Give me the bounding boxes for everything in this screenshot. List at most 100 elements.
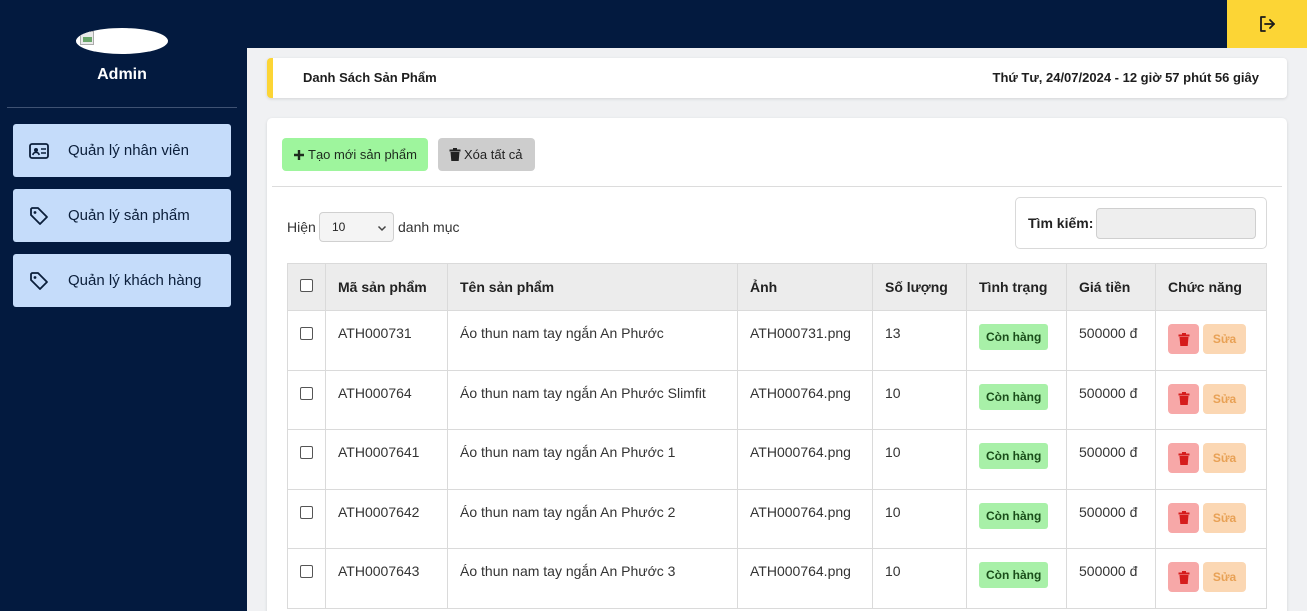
product-code: ATH0007642 [325, 488, 448, 549]
edit-row-button[interactable]: Sửa [1203, 562, 1246, 592]
row-checkbox[interactable] [300, 505, 313, 519]
product-image-file: ATH000764.png [737, 369, 873, 430]
product-image-file: ATH000764.png [737, 548, 873, 609]
column-header[interactable]: Giá tiền [1066, 263, 1156, 311]
delete-row-button[interactable] [1168, 443, 1199, 473]
table-header-row: Mã sản phẩm Tên sản phẩm Ảnh Số lượng Tì… [287, 263, 1267, 311]
delete-row-button[interactable] [1168, 562, 1199, 592]
broken-image-icon [80, 31, 94, 45]
trash-icon [1178, 392, 1189, 405]
column-header[interactable]: Chức năng [1155, 263, 1267, 311]
row-checkbox[interactable] [300, 327, 313, 340]
product-name: Áo thun nam tay ngắn An Phước 2 [447, 488, 738, 549]
logout-button[interactable] [1227, 0, 1307, 48]
sidebar-item-products[interactable]: Quản lý sản phẩm [13, 189, 231, 242]
product-code: ATH000764 [325, 369, 448, 430]
row-select-cell [287, 488, 326, 549]
sidebar-item-customers[interactable]: Quản lý khách hàng [13, 254, 231, 307]
show-label: Hiện [287, 219, 316, 235]
product-quantity: 10 [872, 369, 967, 430]
product-name: Áo thun nam tay ngắn An Phước 3 [447, 548, 738, 609]
trash-icon [1178, 451, 1189, 465]
status-badge: Còn hàng [979, 443, 1049, 469]
admin-name: Admin [97, 66, 147, 83]
page-title: Danh Sách Sản Phẩm [303, 70, 437, 85]
column-header[interactable]: Mã sản phẩm [325, 263, 448, 311]
row-select-cell [287, 429, 326, 490]
search-panel: Tìm kiếm: [1015, 197, 1267, 249]
status-badge: Còn hàng [979, 502, 1049, 529]
edit-row-button[interactable]: Sửa [1203, 443, 1246, 473]
status-badge: Còn hàng [979, 562, 1049, 588]
status-cell: Còn hàng [966, 548, 1067, 609]
product-price: 500000 đ [1066, 548, 1156, 609]
sidebar-item-label: Quản lý khách hàng [68, 272, 202, 289]
edit-row-button[interactable]: Sửa [1203, 383, 1246, 414]
product-image-file: ATH000764.png [737, 429, 873, 490]
delete-all-button[interactable]: Xóa tất cả [438, 138, 535, 171]
tag-icon [29, 271, 49, 291]
table-row: ATH0007643 Áo thun nam tay ngắn An Phước… [287, 548, 1267, 609]
header-select-cell [287, 263, 326, 311]
product-price: 500000 đ [1066, 429, 1156, 490]
create-product-button[interactable]: Tạo mới sản phẩm [282, 138, 428, 171]
sidebar-item-label: Quản lý nhân viên [68, 142, 189, 159]
product-list-card: Tạo mới sản phẩm Xóa tất cả Hiện 10 danh… [267, 118, 1287, 611]
select-all-checkbox[interactable] [300, 279, 313, 292]
table-row: ATH0007642 Áo thun nam tay ngắn An Phước… [287, 488, 1267, 549]
sidebar: Admin Quản lý nhân viên Quản lý sản phẩm [0, 0, 247, 611]
status-badge: Còn hàng [979, 324, 1049, 350]
id-card-icon [29, 141, 49, 161]
delete-row-button[interactable] [1168, 324, 1199, 354]
table-row: ATH000731 Áo thun nam tay ngắn An Phước … [287, 310, 1267, 371]
column-header[interactable]: Ảnh [737, 263, 873, 311]
table-row: ATH000764 Áo thun nam tay ngắn An Phước … [287, 369, 1267, 430]
product-price: 500000 đ [1066, 369, 1156, 430]
delete-all-label: Xóa tất cả [464, 147, 523, 162]
status-cell: Còn hàng [966, 488, 1067, 549]
product-quantity: 10 [872, 429, 967, 490]
product-table: Mã sản phẩm Tên sản phẩm Ảnh Số lượng Tì… [287, 263, 1267, 609]
table-row: ATH0007641 Áo thun nam tay ngắn An Phước… [287, 429, 1267, 490]
column-header[interactable]: Tên sản phẩm [447, 263, 738, 311]
row-checkbox[interactable] [300, 446, 313, 459]
sidebar-divider [7, 107, 237, 108]
product-quantity: 10 [872, 488, 967, 549]
product-name: Áo thun nam tay ngắn An Phước [447, 310, 738, 371]
delete-row-button[interactable] [1168, 383, 1199, 414]
sidebar-item-label: Quản lý sản phẩm [68, 207, 190, 224]
sidebar-item-employees[interactable]: Quản lý nhân viên [13, 124, 231, 177]
delete-row-button[interactable] [1168, 502, 1199, 533]
search-input[interactable] [1096, 208, 1256, 239]
plus-icon [293, 149, 305, 161]
actions-cell: Sửa [1155, 369, 1267, 430]
actions-cell: Sửa [1155, 310, 1267, 371]
product-image-file: ATH000764.png [737, 488, 873, 549]
product-quantity: 10 [872, 548, 967, 609]
row-checkbox[interactable] [300, 386, 313, 400]
edit-row-button[interactable]: Sửa [1203, 502, 1246, 533]
status-cell: Còn hàng [966, 310, 1067, 371]
page-size-select[interactable]: 10 [319, 212, 394, 242]
row-select-cell [287, 369, 326, 430]
trash-icon [1178, 511, 1189, 524]
trash-icon [449, 148, 461, 161]
edit-row-button[interactable]: Sửa [1203, 324, 1246, 354]
column-header[interactable]: Số lượng [872, 263, 967, 311]
page-size-value: 10 [332, 220, 346, 234]
column-header[interactable]: Tình trạng [966, 263, 1067, 311]
avatar [76, 28, 168, 54]
row-checkbox[interactable] [300, 565, 313, 578]
status-cell: Còn hàng [966, 369, 1067, 430]
actions-cell: Sửa [1155, 429, 1267, 490]
create-product-label: Tạo mới sản phẩm [308, 147, 417, 162]
product-code: ATH0007643 [325, 548, 448, 609]
row-select-cell [287, 548, 326, 609]
page-title-bar: Danh Sách Sản Phẩm Thứ Tư, 24/07/2024 - … [267, 58, 1287, 98]
status-cell: Còn hàng [966, 429, 1067, 490]
product-price: 500000 đ [1066, 310, 1156, 371]
row-select-cell [287, 310, 326, 371]
logout-icon [1260, 16, 1275, 32]
actions-cell: Sửa [1155, 488, 1267, 549]
divider [272, 186, 1282, 187]
